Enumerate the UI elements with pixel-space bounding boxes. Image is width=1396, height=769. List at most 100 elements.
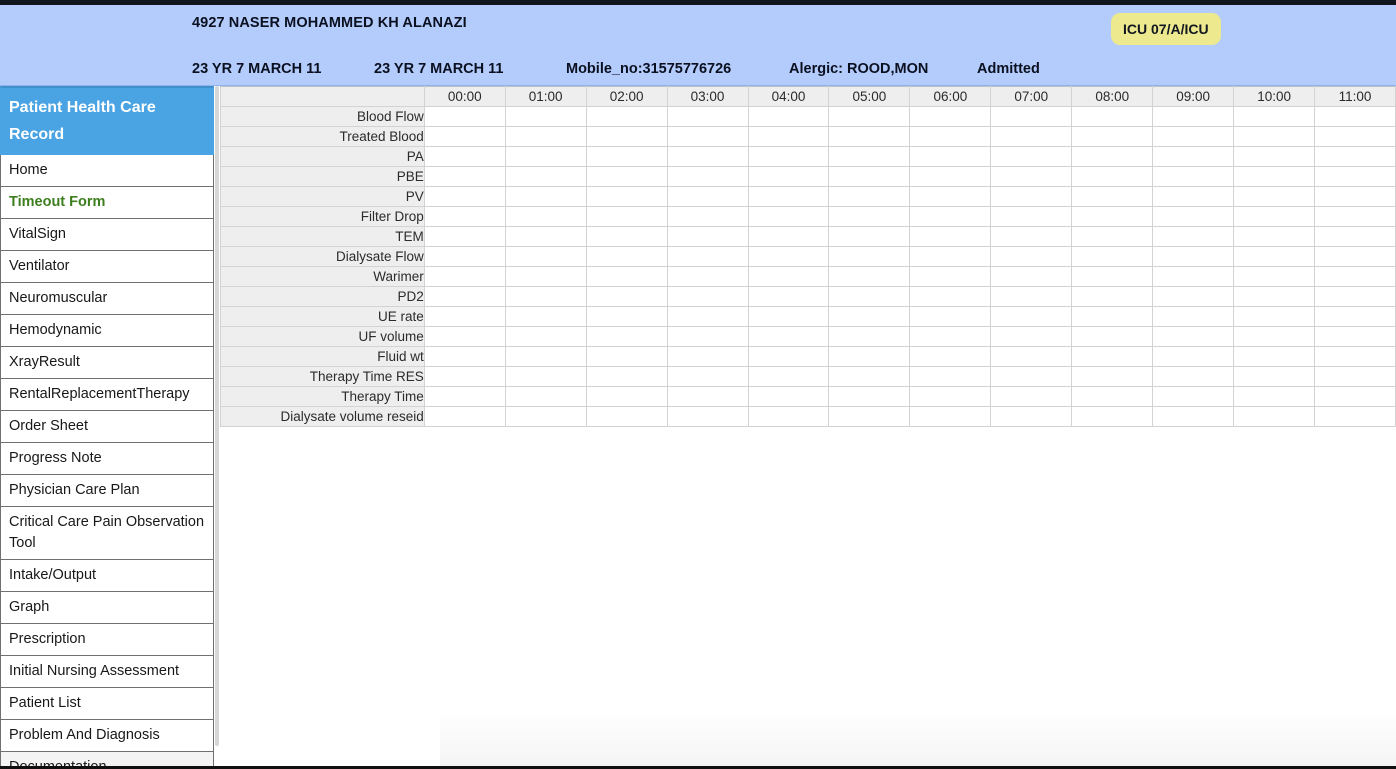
data-cell[interactable]	[666, 106, 749, 127]
data-cell[interactable]	[990, 226, 1073, 247]
data-cell[interactable]	[1071, 306, 1154, 327]
data-cell[interactable]	[828, 306, 911, 327]
data-cell[interactable]	[990, 186, 1073, 207]
time-column-header[interactable]: 09:00	[1152, 86, 1235, 107]
data-cell[interactable]	[1314, 226, 1396, 247]
data-cell[interactable]	[666, 126, 749, 147]
data-cell[interactable]	[1152, 226, 1235, 247]
data-cell[interactable]	[828, 386, 911, 407]
data-cell[interactable]	[990, 326, 1073, 347]
data-cell[interactable]	[1314, 326, 1396, 347]
data-cell[interactable]	[1314, 166, 1396, 187]
data-cell[interactable]	[828, 106, 911, 127]
data-cell[interactable]	[1314, 366, 1396, 387]
data-cell[interactable]	[504, 386, 587, 407]
data-cell[interactable]	[423, 226, 506, 247]
data-cell[interactable]	[828, 326, 911, 347]
data-cell[interactable]	[423, 326, 506, 347]
data-cell[interactable]	[423, 106, 506, 127]
data-cell[interactable]	[747, 246, 830, 267]
data-cell[interactable]	[990, 206, 1073, 227]
data-cell[interactable]	[423, 346, 506, 367]
data-cell[interactable]	[585, 226, 668, 247]
data-cell[interactable]	[909, 386, 992, 407]
data-cell[interactable]	[1071, 146, 1154, 167]
data-cell[interactable]	[1071, 166, 1154, 187]
data-cell[interactable]	[585, 386, 668, 407]
data-cell[interactable]	[666, 306, 749, 327]
data-cell[interactable]	[990, 246, 1073, 267]
data-cell[interactable]	[828, 186, 911, 207]
data-cell[interactable]	[1233, 286, 1316, 307]
data-cell[interactable]	[585, 326, 668, 347]
data-cell[interactable]	[1071, 346, 1154, 367]
data-cell[interactable]	[828, 346, 911, 367]
data-cell[interactable]	[1152, 206, 1235, 227]
sidebar-item-vitalsign[interactable]: VitalSign	[0, 219, 214, 251]
data-cell[interactable]	[1152, 126, 1235, 147]
data-cell[interactable]	[1314, 306, 1396, 327]
data-cell[interactable]	[1233, 106, 1316, 127]
time-column-header[interactable]: 08:00	[1071, 86, 1154, 107]
data-cell[interactable]	[1233, 246, 1316, 267]
sidebar-item-ventilator[interactable]: Ventilator	[0, 251, 214, 283]
data-cell[interactable]	[828, 286, 911, 307]
sidebar-item-critical-care-pain-observation-tool[interactable]: Critical Care Pain Observation Tool	[0, 507, 214, 560]
data-cell[interactable]	[1314, 286, 1396, 307]
data-cell[interactable]	[504, 406, 587, 427]
sidebar-item-intake-output[interactable]: Intake/Output	[0, 560, 214, 592]
data-cell[interactable]	[1152, 326, 1235, 347]
data-cell[interactable]	[909, 206, 992, 227]
data-cell[interactable]	[504, 346, 587, 367]
data-cell[interactable]	[504, 126, 587, 147]
data-cell[interactable]	[1233, 166, 1316, 187]
data-cell[interactable]	[747, 346, 830, 367]
data-cell[interactable]	[1071, 226, 1154, 247]
data-cell[interactable]	[747, 206, 830, 227]
data-cell[interactable]	[1233, 406, 1316, 427]
data-cell[interactable]	[1233, 186, 1316, 207]
data-cell[interactable]	[666, 246, 749, 267]
sidebar-item-prescription[interactable]: Prescription	[0, 624, 214, 656]
data-cell[interactable]	[909, 106, 992, 127]
data-cell[interactable]	[504, 366, 587, 387]
data-cell[interactable]	[909, 266, 992, 287]
data-cell[interactable]	[1152, 186, 1235, 207]
data-cell[interactable]	[1314, 266, 1396, 287]
data-cell[interactable]	[585, 146, 668, 167]
sidebar-scrollbar-thumb[interactable]	[215, 86, 219, 746]
data-cell[interactable]	[423, 306, 506, 327]
data-cell[interactable]	[666, 226, 749, 247]
data-cell[interactable]	[747, 266, 830, 287]
data-cell[interactable]	[990, 266, 1073, 287]
data-cell[interactable]	[666, 366, 749, 387]
data-cell[interactable]	[1071, 246, 1154, 267]
data-cell[interactable]	[747, 366, 830, 387]
time-column-header[interactable]: 05:00	[828, 86, 911, 107]
data-cell[interactable]	[1071, 106, 1154, 127]
data-cell[interactable]	[828, 366, 911, 387]
data-cell[interactable]	[1233, 146, 1316, 167]
data-cell[interactable]	[585, 126, 668, 147]
data-cell[interactable]	[585, 246, 668, 267]
data-cell[interactable]	[909, 346, 992, 367]
data-cell[interactable]	[423, 406, 506, 427]
data-cell[interactable]	[1152, 306, 1235, 327]
data-cell[interactable]	[1152, 366, 1235, 387]
data-cell[interactable]	[747, 106, 830, 127]
time-column-header[interactable]: 04:00	[747, 86, 830, 107]
data-cell[interactable]	[423, 206, 506, 227]
sidebar-item-order-sheet[interactable]: Order Sheet	[0, 411, 214, 443]
data-cell[interactable]	[1152, 406, 1235, 427]
data-cell[interactable]	[909, 186, 992, 207]
data-cell[interactable]	[1233, 126, 1316, 147]
sidebar-item-neuromuscular[interactable]: Neuromuscular	[0, 283, 214, 315]
data-cell[interactable]	[828, 146, 911, 167]
data-cell[interactable]	[1071, 266, 1154, 287]
data-cell[interactable]	[828, 206, 911, 227]
data-cell[interactable]	[423, 286, 506, 307]
time-column-header[interactable]: 11:00	[1314, 86, 1396, 107]
data-cell[interactable]	[504, 206, 587, 227]
data-cell[interactable]	[666, 346, 749, 367]
data-cell[interactable]	[504, 146, 587, 167]
